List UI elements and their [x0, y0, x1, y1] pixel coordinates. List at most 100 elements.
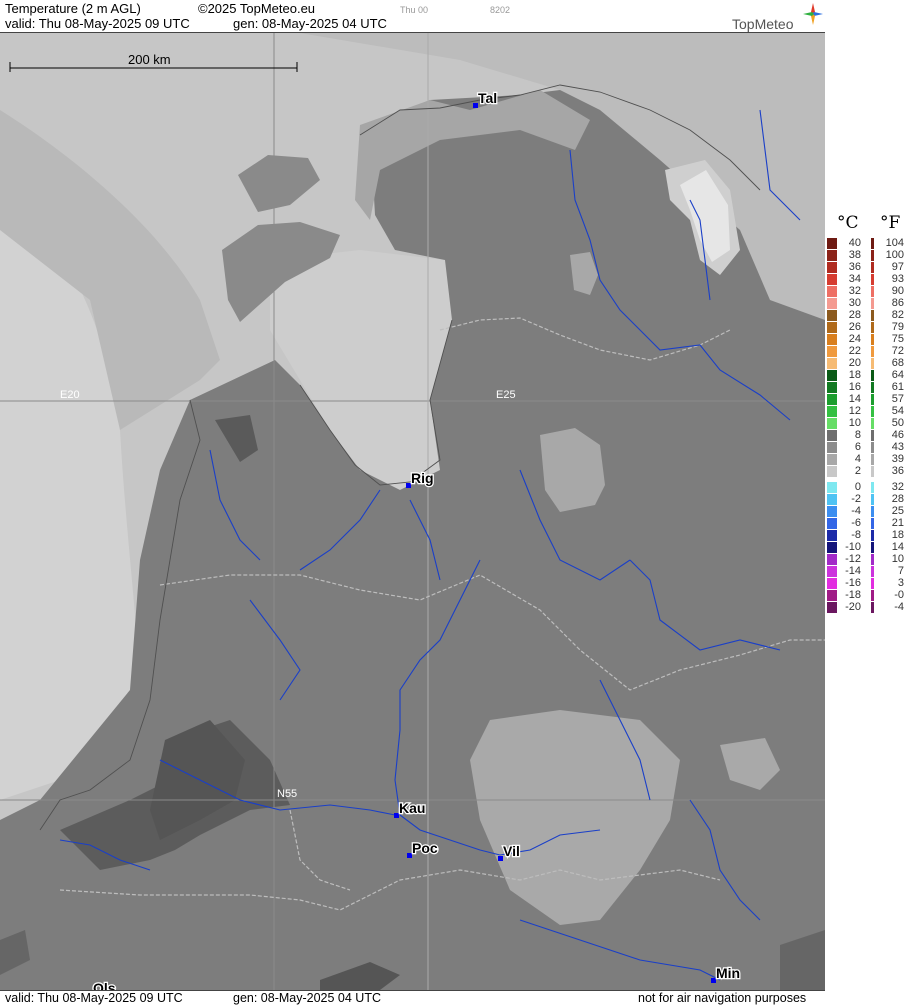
- legend-row: -6 21: [826, 518, 916, 529]
- legend-row: 12 54: [826, 406, 916, 417]
- fahrenheit-label: 18: [891, 529, 904, 541]
- legend-swatch: [871, 578, 874, 589]
- celsius-label: 20: [848, 357, 861, 369]
- fahrenheit-label: 3: [897, 577, 904, 589]
- celsius-label: 24: [848, 333, 861, 345]
- city-label: Rig: [411, 470, 434, 486]
- legend-swatch: [871, 418, 874, 429]
- city-label: Tal: [478, 90, 497, 106]
- legend-swatch: [871, 430, 874, 441]
- fahrenheit-label: 104: [885, 237, 904, 249]
- fahrenheit-label: 79: [891, 321, 904, 333]
- temperature-legend: °C °F 40 104 38 100 36 97 34 93 32 90 30 86 28 82 26 79…: [826, 0, 916, 1005]
- legend-row: 14 57: [826, 394, 916, 405]
- legend-swatch: [871, 298, 874, 309]
- celsius-label: 10: [848, 417, 861, 429]
- legend-row: 30 86: [826, 298, 916, 309]
- legend-row: -4 25: [826, 506, 916, 517]
- celsius-label: -20: [845, 601, 861, 613]
- celsius-label: 4: [854, 453, 861, 465]
- fahrenheit-label: 10: [891, 553, 904, 565]
- legend-swatch: [871, 506, 874, 517]
- legend-row: -20 -4: [826, 602, 916, 613]
- fahrenheit-label: 39: [891, 453, 904, 465]
- legend-row: 32 90: [826, 286, 916, 297]
- legend-swatch: [871, 542, 874, 553]
- fahrenheit-label: 75: [891, 333, 904, 345]
- footer-valid-time: valid: Thu 08-May-2025 09 UTC: [5, 991, 183, 1005]
- legend-swatch: [871, 442, 874, 453]
- legend-swatch: [871, 590, 874, 601]
- celsius-label: 22: [848, 345, 861, 357]
- celsius-label: 28: [848, 309, 861, 321]
- celsius-label: -14: [845, 565, 861, 577]
- fahrenheit-label: 25: [891, 505, 904, 517]
- map-canvas: 200 km E20 E25 N55 Tal Rig Kau Poc Vil M…: [0, 33, 825, 990]
- city-label: Min: [716, 965, 740, 981]
- celsius-label: 26: [848, 321, 861, 333]
- legend-row: -18 -0: [826, 590, 916, 601]
- celsius-label: 0: [854, 481, 861, 493]
- legend-row: 22 72: [826, 346, 916, 357]
- product-code: 8202: [490, 5, 511, 15]
- legend-swatch: [871, 346, 874, 357]
- fahrenheit-label: 7: [897, 565, 904, 577]
- city-label: Vil: [503, 843, 520, 859]
- celsius-label: -2: [851, 493, 861, 505]
- fahrenheit-label: 43: [891, 441, 904, 453]
- legend-swatch: [871, 262, 874, 273]
- legend-swatch: [871, 494, 874, 505]
- legend-swatch: [871, 274, 874, 285]
- brand-name: TopMeteo: [732, 16, 794, 32]
- legend-swatch: [871, 322, 874, 333]
- legend-row: 20 68: [826, 358, 916, 369]
- legend-swatch: [871, 518, 874, 529]
- celsius-label: -8: [851, 529, 861, 541]
- celsius-label: 36: [848, 261, 861, 273]
- legend-swatch: [871, 566, 874, 577]
- temperature-map: 200 km E20 E25 N55 Tal Rig Kau Poc Vil M…: [0, 33, 825, 990]
- fahrenheit-label: 97: [891, 261, 904, 273]
- map-header: Temperature (2 m AGL) ©2025 TopMeteo.eu …: [0, 0, 825, 33]
- celsius-label: 8: [854, 429, 861, 441]
- fahrenheit-label: 32: [891, 481, 904, 493]
- map-title: Temperature (2 m AGL): [5, 1, 141, 16]
- legend-row: -12 10: [826, 554, 916, 565]
- legend-row: 8 46: [826, 430, 916, 441]
- city-label: Ols: [93, 980, 116, 990]
- celsius-label: 30: [848, 297, 861, 309]
- legend-row: -2 28: [826, 494, 916, 505]
- legend-row: -8 18: [826, 530, 916, 541]
- legend-swatch: [871, 310, 874, 321]
- legend-row: 38 100: [826, 250, 916, 261]
- fahrenheit-label: 100: [885, 249, 904, 261]
- legend-row: 2 36: [826, 466, 916, 477]
- fahrenheit-label: 68: [891, 357, 904, 369]
- celsius-label: -6: [851, 517, 861, 529]
- fahrenheit-label: 14: [891, 541, 904, 553]
- legend-row: -16 3: [826, 578, 916, 589]
- compass-logo-icon: [803, 3, 823, 25]
- legend-row: 36 97: [826, 262, 916, 273]
- disclaimer-text: not for air navigation purposes: [638, 991, 807, 1005]
- fahrenheit-label: 46: [891, 429, 904, 441]
- celsius-unit: °C: [837, 213, 859, 233]
- valid-time: valid: Thu 08-May-2025 09 UTC: [5, 16, 190, 31]
- legend-row: 28 82: [826, 310, 916, 321]
- fahrenheit-label: 54: [891, 405, 904, 417]
- celsius-label: -16: [845, 577, 861, 589]
- city-label: Kau: [399, 800, 425, 816]
- fahrenheit-label: 57: [891, 393, 904, 405]
- legend-swatch: [871, 286, 874, 297]
- celsius-label: 34: [848, 273, 861, 285]
- legend-row: 4 39: [826, 454, 916, 465]
- celsius-label: -4: [851, 505, 861, 517]
- legend-swatch: [871, 334, 874, 345]
- celsius-label: -18: [845, 589, 861, 601]
- legend-swatch: [871, 358, 874, 369]
- grid-label-n55: N55: [277, 788, 297, 800]
- legend-row: 26 79: [826, 322, 916, 333]
- celsius-label: 38: [848, 249, 861, 261]
- celsius-label: 14: [848, 393, 861, 405]
- legend-swatch: [871, 250, 874, 261]
